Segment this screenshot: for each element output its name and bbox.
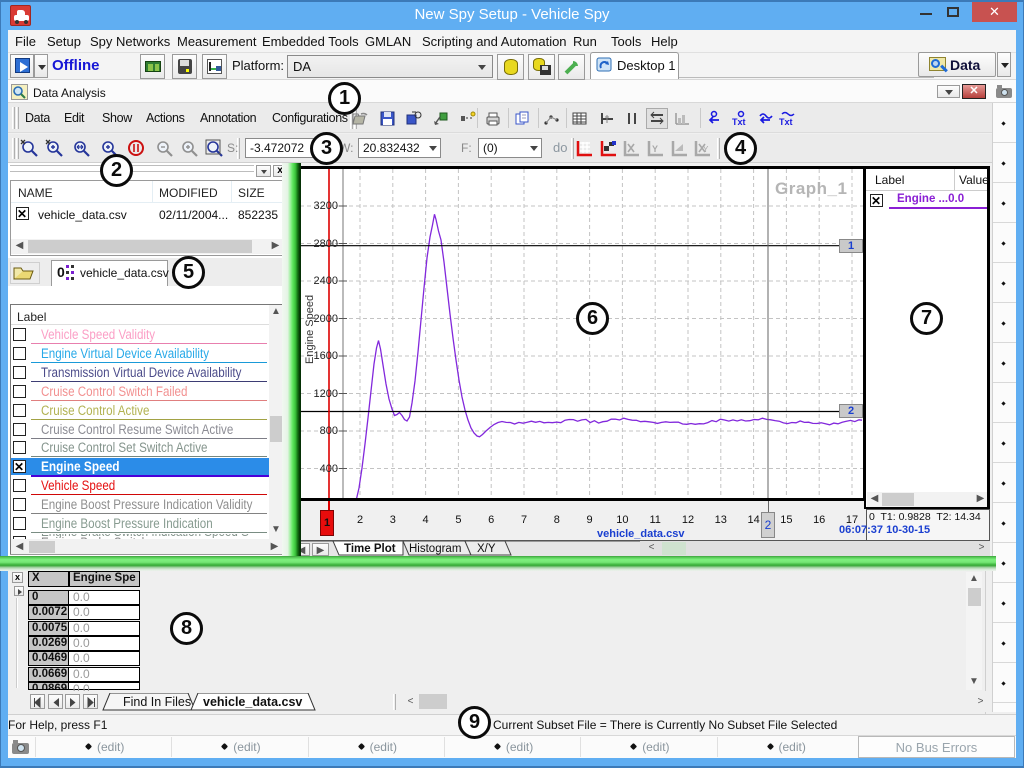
svg-text:Txt: Txt <box>779 117 793 127</box>
svg-text:Engine Speed: Engine Speed <box>304 295 316 364</box>
svg-text:Y: Y <box>652 144 658 154</box>
svg-text:Y: Y <box>703 145 709 154</box>
svg-text:Txt: Txt <box>732 117 746 127</box>
